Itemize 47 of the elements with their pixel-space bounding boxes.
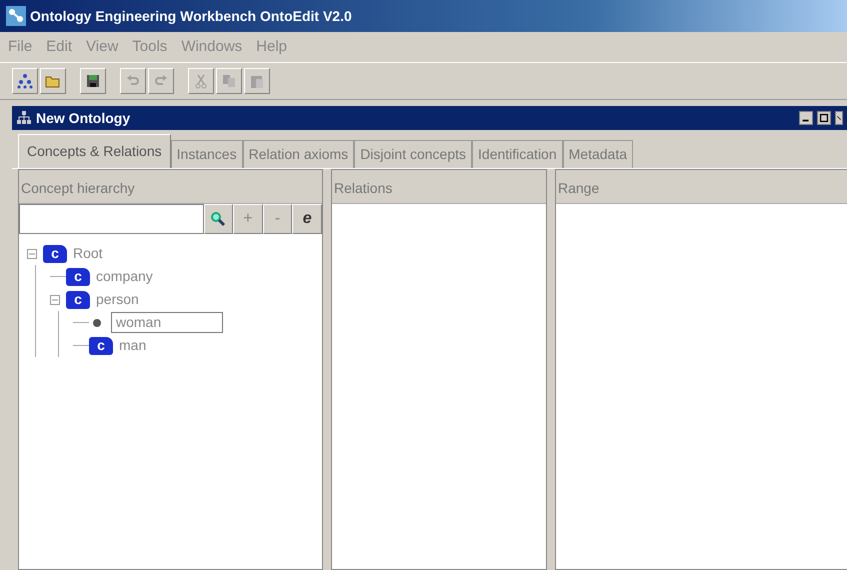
- tool-button[interactable]: -: [262, 204, 292, 234]
- menu-item[interactable]: View: [86, 36, 118, 58]
- concept-icon: c: [89, 336, 113, 354]
- search-field[interactable]: [19, 204, 204, 234]
- tab[interactable]: Identification: [472, 140, 563, 168]
- toolbar-button[interactable]: [12, 68, 38, 94]
- tree-node-label[interactable]: man: [119, 335, 146, 356]
- tab[interactable]: Metadata: [562, 140, 633, 168]
- tool-button[interactable]: e: [292, 204, 322, 234]
- save-icon: [85, 73, 101, 89]
- search-button[interactable]: [204, 204, 234, 234]
- tab[interactable]: Concepts & Relations: [18, 134, 171, 168]
- tab[interactable]: Instances: [170, 140, 243, 168]
- tree-node-label[interactable]: person: [96, 289, 139, 310]
- menu-item[interactable]: Windows: [181, 36, 242, 58]
- menu-item[interactable]: Help: [256, 36, 288, 58]
- minimize-icon[interactable]: [799, 111, 813, 125]
- window-title: New Ontology: [36, 108, 132, 128]
- menu-item[interactable]: Edit: [46, 36, 72, 58]
- tab[interactable]: Disjoint concepts: [354, 140, 472, 168]
- concept-icon: c: [43, 244, 67, 262]
- app-logo-icon: [6, 6, 26, 26]
- concept-icon: c: [66, 268, 90, 286]
- menu-item[interactable]: File: [8, 36, 32, 58]
- rename-field[interactable]: woman: [111, 312, 223, 333]
- collapse-icon[interactable]: [50, 294, 60, 304]
- panel-title: Relations: [332, 170, 546, 204]
- close-icon[interactable]: [835, 111, 843, 125]
- scissors-icon: [193, 73, 209, 89]
- window-title: Ontology Engineering Workbench OntoEdit V2.0: [30, 6, 352, 26]
- ontology-icon: [17, 73, 33, 89]
- maximize-icon[interactable]: [817, 111, 831, 125]
- copy-icon: [221, 73, 237, 89]
- panel-title: Concept hierarchy: [19, 170, 322, 204]
- tab[interactable]: Relation axioms: [242, 140, 354, 168]
- tree-node-label[interactable]: company: [96, 266, 153, 287]
- clipboard-icon: [249, 73, 265, 89]
- bullet-icon: [93, 318, 101, 326]
- menu-item[interactable]: Tools: [132, 36, 168, 58]
- collapse-icon[interactable]: [27, 248, 37, 258]
- panel-title: Range: [556, 170, 847, 204]
- ontology-icon: [16, 110, 32, 126]
- tree-node-label[interactable]: Root: [73, 243, 103, 264]
- toolbar-button[interactable]: [80, 68, 106, 94]
- search-icon: [210, 210, 226, 227]
- concept-icon: c: [66, 290, 90, 308]
- tool-button[interactable]: +: [233, 204, 263, 234]
